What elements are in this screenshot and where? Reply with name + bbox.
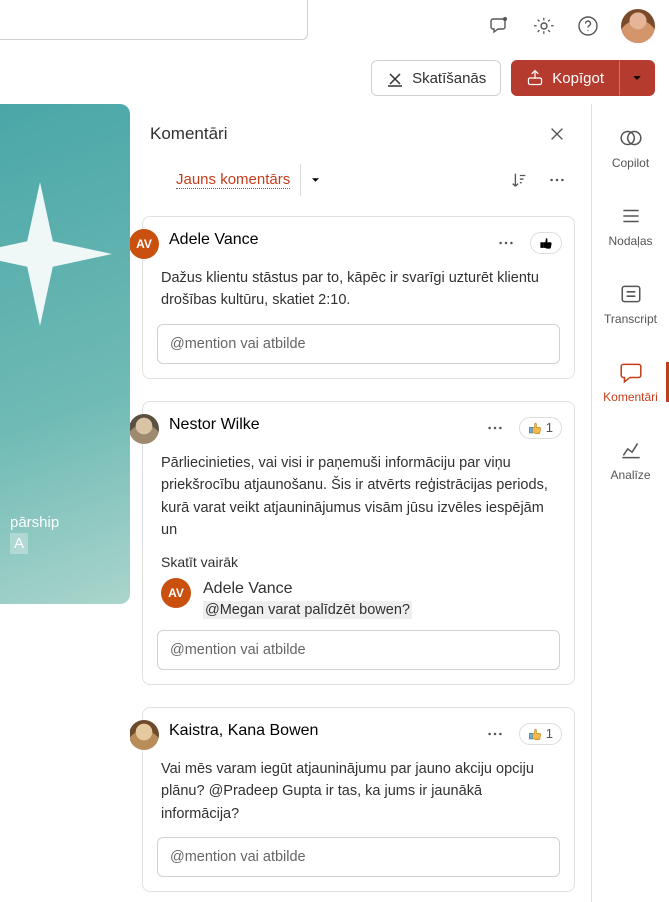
comment-card: AV Adele Vance Dažus klientu stāstus par… (142, 216, 575, 379)
slide-text-line1: pārship (10, 512, 59, 533)
more-icon (497, 234, 515, 252)
analytics-icon (619, 438, 643, 462)
right-rail: Copilot Nodaļas Transcript Komentāri Ana… (591, 104, 669, 902)
comments-panel: Komentāri Jauns komentārs (130, 104, 591, 902)
slide-caption: pārship A (10, 512, 59, 554)
main-area: pārship A Komentāri Jauns komentārs (0, 104, 669, 902)
like-button[interactable]: 1 (519, 723, 562, 745)
chevron-down-icon (309, 173, 322, 187)
sort-icon (510, 171, 528, 189)
copilot-icon (619, 126, 643, 150)
comments-more-button[interactable] (543, 166, 571, 194)
rail-label: Copilot (612, 156, 649, 170)
thumb-up-fill-icon (528, 727, 542, 741)
new-comment-label: Jauns komentārs (176, 171, 290, 189)
comment-author: Nestor Wilke (169, 416, 260, 434)
reply-avatar: AV (161, 578, 191, 608)
more-icon (486, 725, 504, 743)
comment-reply: AV Adele Vance @Megan varat palīdzēt bow… (161, 580, 560, 618)
share-button[interactable]: Kopīgot (511, 60, 619, 96)
rail-label: Transcript (604, 312, 657, 326)
rail-analytics[interactable]: Analīze (592, 434, 669, 486)
reply-input[interactable]: @mention vai atbilde (157, 324, 560, 364)
help-icon[interactable] (577, 15, 599, 37)
comment-avatar (130, 414, 159, 444)
slide-text-line2: A (14, 535, 24, 552)
comment-actions (492, 229, 562, 257)
rail-copilot[interactable]: Copilot (592, 122, 669, 174)
thumb-up-fill-icon (528, 421, 542, 435)
search-input[interactable] (0, 0, 308, 40)
reply-input[interactable]: @mention vai atbilde (157, 630, 560, 670)
action-bar: Skatīšanās Kopīgot (0, 52, 669, 104)
comment-card: Kaistra, Kana Bowen 1 Vai mēs varam iegū… (142, 707, 575, 892)
rail-sections[interactable]: Nodaļas (592, 200, 669, 252)
plus-icon (150, 171, 168, 189)
comments-toolbar: Jauns komentārs (130, 156, 591, 210)
like-button[interactable] (530, 232, 562, 254)
new-comment-options[interactable] (300, 164, 322, 196)
reply-placeholder: @mention vai atbilde (170, 642, 306, 658)
view-mode-label: Skatīšanās (412, 70, 486, 87)
pencil-cross-icon (386, 69, 404, 87)
reply-placeholder: @mention vai atbilde (170, 849, 306, 865)
comment-more-button[interactable] (492, 229, 520, 257)
close-icon (548, 125, 566, 143)
comments-icon (619, 360, 643, 384)
comment-body: Vai mēs varam iegūt atjauninājumu par ja… (161, 758, 560, 825)
comment-card: Nestor Wilke 1 Pārliecinieties, vai visi… (142, 401, 575, 685)
share-label: Kopīgot (552, 70, 604, 87)
gear-icon[interactable] (533, 15, 555, 37)
more-icon (548, 171, 566, 189)
rail-label: Komentāri (603, 390, 658, 404)
user-avatar[interactable] (621, 9, 655, 43)
reply-input[interactable]: @mention vai atbilde (157, 837, 560, 877)
rail-transcript[interactable]: Transcript (592, 278, 669, 330)
transcript-icon (619, 282, 643, 306)
comment-actions: 1 (481, 414, 562, 442)
compass-star-icon (0, 174, 120, 334)
share-options-button[interactable] (619, 60, 655, 96)
comments-title: Komentāri (150, 124, 227, 144)
sections-icon (619, 204, 643, 228)
close-panel-button[interactable] (543, 120, 571, 148)
chevron-down-icon (630, 71, 644, 85)
app-header (0, 0, 669, 52)
comments-panel-header: Komentāri (130, 104, 591, 156)
new-comment-button[interactable]: Jauns komentārs (150, 171, 290, 189)
like-button[interactable]: 1 (519, 417, 562, 439)
chat-icon[interactable] (489, 15, 511, 37)
comment-body: Dažus klientu stāstus par to, kāpēc ir s… (161, 267, 560, 312)
like-count: 1 (546, 726, 553, 741)
see-more-link[interactable]: Skatīt vairāk (161, 554, 560, 570)
more-icon (486, 419, 504, 437)
reply-placeholder: @mention vai atbilde (170, 336, 306, 352)
share-icon (526, 69, 544, 87)
view-mode-button[interactable]: Skatīšanās (371, 60, 501, 96)
share-button-group: Kopīgot (511, 60, 655, 96)
comment-author: Kaistra, Kana Bowen (169, 722, 318, 740)
comment-more-button[interactable] (481, 720, 509, 748)
reply-body: @Megan varat palīdzēt bowen? (203, 602, 412, 618)
thumb-up-icon (539, 236, 553, 250)
comment-author: Adele Vance (169, 231, 259, 249)
comment-avatar (130, 720, 159, 750)
slide-preview-strip: pārship A (0, 104, 130, 902)
rail-comments[interactable]: Komentāri (592, 356, 669, 408)
comment-actions: 1 (481, 720, 562, 748)
rail-label: Nodaļas (608, 234, 652, 248)
like-count: 1 (546, 420, 553, 435)
reply-author: Adele Vance (203, 580, 412, 598)
sort-comments-button[interactable] (505, 166, 533, 194)
comment-body: Pārliecinieties, vai visi ir paņemuši in… (161, 452, 560, 542)
comment-avatar: AV (130, 229, 159, 259)
rail-label: Analīze (610, 468, 650, 482)
comments-list[interactable]: AV Adele Vance Dažus klientu stāstus par… (130, 210, 591, 902)
comment-more-button[interactable] (481, 414, 509, 442)
slide-thumbnail[interactable]: pārship A (0, 104, 130, 604)
